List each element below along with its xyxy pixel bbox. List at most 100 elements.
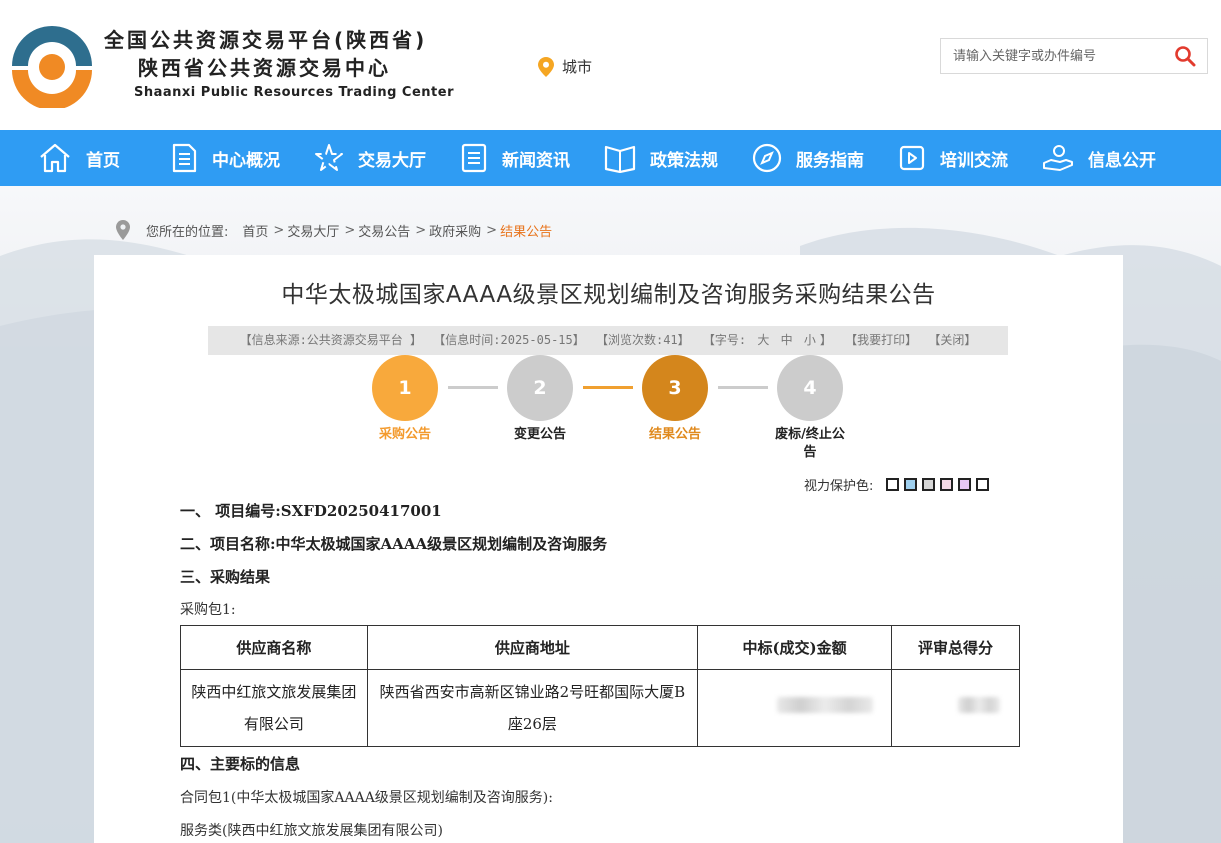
site-title-line1: 全国公共资源交易平台(陕西省): [104, 28, 428, 52]
font-size-suffix: 】: [819, 333, 832, 347]
site-header: 全国公共资源交易平台(陕西省) 陕西省公共资源交易中心 Shaanxi Publ…: [0, 0, 1221, 130]
search-input[interactable]: [941, 39, 1163, 73]
step-number: 1: [372, 355, 438, 421]
video-icon: [899, 145, 925, 171]
font-size-control: 【字号: 大 中 小】: [701, 333, 834, 347]
info-source: 【信息来源:公共资源交易平台 】: [239, 333, 423, 347]
nav-item-home[interactable]: 首页: [38, 130, 120, 186]
breadcrumb: 您所在的位置: 首页 > 交易大厅 > 交易公告 > 政府采购 > 结果公告: [116, 220, 552, 240]
nav-item-training[interactable]: 培训交流: [898, 130, 1008, 186]
redacted-amount: [776, 697, 873, 713]
step-termination-notice[interactable]: 4 废标/终止公告: [760, 355, 860, 462]
info-bar: 【信息来源:公共资源交易平台 】 【信息时间:2025-05-15】 【浏览次数…: [208, 326, 1008, 355]
result-table: 供应商名称 供应商地址 中标(成交)金额 评审总得分 陕西中红旅文旅发展集团有限…: [180, 625, 1020, 747]
eye-protection-colors: 视力保护色:: [804, 475, 990, 494]
city-label: 城市: [562, 58, 593, 76]
nav-label: 服务指南: [796, 150, 864, 171]
step-result-notice[interactable]: 3 结果公告: [625, 355, 725, 444]
redacted-score: [957, 697, 1000, 713]
breadcrumb-prefix: 您所在的位置:: [146, 224, 229, 240]
close-button[interactable]: 【关闭】: [928, 333, 976, 347]
news-icon: [461, 143, 487, 173]
section-project-number: 一、 项目编号:SXFD20250417001: [180, 502, 442, 520]
breadcrumb-item-announcements[interactable]: 交易公告: [358, 221, 410, 240]
breadcrumb-separator: >: [344, 222, 356, 238]
star-icon: [315, 144, 343, 171]
font-size-prefix: 【字号:: [702, 333, 747, 347]
font-size-small[interactable]: 小: [804, 333, 816, 347]
hand-icon: [1043, 145, 1073, 171]
step-label: 采购公告: [378, 427, 431, 442]
notice-card: 中华太极城国家AAAA级景区规划编制及咨询服务采购结果公告 【信息来源:公共资源…: [94, 255, 1123, 843]
nav-item-policy[interactable]: 政策法规: [604, 130, 718, 186]
step-procurement-notice[interactable]: 1 采购公告: [355, 355, 455, 444]
nav-label: 交易大厅: [358, 150, 426, 171]
package-label: 采购包1:: [180, 602, 236, 618]
search-button[interactable]: [1163, 39, 1207, 73]
section-project-name: 二、项目名称:中华太极城国家AAAA级景区规划编制及咨询服务: [180, 535, 608, 553]
contract-package-label: 合同包1(中华太极城国家AAAA级景区规划编制及咨询服务):: [180, 790, 553, 806]
nav-label: 培训交流: [940, 150, 1008, 171]
table-header-row: 供应商名称 供应商地址 中标(成交)金额 评审总得分: [180, 625, 1020, 670]
cell-supplier-name: 陕西中红旅文旅发展集团有限公司: [180, 669, 368, 747]
step-label: 废标/终止公告: [775, 427, 845, 460]
home-icon: [40, 143, 70, 173]
column-header-score: 评审总得分: [891, 625, 1020, 670]
info-views: 【浏览次数:41】: [595, 333, 690, 347]
nav-label: 新闻资讯: [502, 150, 570, 171]
search-icon: [1175, 46, 1196, 67]
color-swatch-pink[interactable]: [940, 478, 954, 491]
cell-bid-amount: [697, 669, 893, 747]
service-type-label: 服务类(陕西中红旅文旅发展集团有限公司): [180, 823, 443, 839]
table-row: 陕西中红旅文旅发展集团有限公司 陕西省西安市高新区锦业路2号旺都国际大厦B座26…: [180, 669, 1020, 747]
print-button[interactable]: 【我要打印】: [845, 333, 917, 347]
step-number: 2: [507, 355, 573, 421]
nav-label: 信息公开: [1088, 150, 1156, 171]
color-swatch-white-2[interactable]: [976, 478, 990, 491]
site-title-en: Shaanxi Public Resources Trading Center: [134, 85, 454, 100]
location-pin-icon: [538, 56, 554, 77]
breadcrumb-item-current[interactable]: 结果公告: [500, 221, 552, 240]
color-swatch-purple[interactable]: [958, 478, 972, 491]
nav-label: 中心概况: [212, 150, 280, 171]
section-main-target: 四、主要标的信息: [180, 755, 301, 773]
page-title: 中华太极城国家AAAA级景区规划编制及咨询服务采购结果公告: [281, 282, 936, 308]
step-change-notice[interactable]: 2 变更公告: [490, 355, 590, 444]
step-number: 3: [642, 355, 708, 421]
breadcrumb-item-gov-procurement[interactable]: 政府采购: [429, 221, 481, 240]
section-procurement-result: 三、采购结果: [180, 568, 271, 586]
site-logo[interactable]: [6, 20, 98, 108]
breadcrumb-separator: >: [415, 222, 427, 238]
info-time: 【信息时间:2025-05-15】: [433, 333, 585, 347]
step-number: 4: [777, 355, 843, 421]
color-swatch-blue[interactable]: [904, 478, 918, 491]
step-label: 结果公告: [648, 427, 701, 442]
breadcrumb-item-home[interactable]: 首页: [242, 221, 268, 240]
breadcrumb-separator: >: [486, 222, 498, 238]
site-title-line2: 陕西省公共资源交易中心: [138, 56, 391, 80]
step-label: 变更公告: [513, 427, 566, 442]
cell-supplier-address: 陕西省西安市高新区锦业路2号旺都国际大厦B座26层: [366, 669, 699, 747]
breadcrumb-item-trading-hall[interactable]: 交易大厅: [287, 221, 339, 240]
column-header-bid-amount: 中标(成交)金额: [697, 625, 893, 670]
column-header-supplier-address: 供应商地址: [366, 625, 699, 670]
color-swatch-white[interactable]: [886, 478, 900, 491]
eye-protection-label: 视力保护色:: [804, 479, 874, 494]
main-nav: 首页 中心概况 交易大厅 新闻资讯 政策法规 服务指南 培训交流 信息公开: [0, 130, 1221, 186]
nav-item-disclosure[interactable]: 信息公开: [1042, 130, 1156, 186]
location-pin-icon: [116, 220, 130, 240]
nav-item-overview[interactable]: 中心概况: [170, 130, 280, 186]
font-size-large[interactable]: 大: [757, 333, 769, 347]
cell-score: [891, 669, 1020, 747]
nav-item-news[interactable]: 新闻资讯: [460, 130, 570, 186]
nav-item-service-guide[interactable]: 服务指南: [752, 130, 864, 186]
city-selector[interactable]: 城市: [538, 56, 592, 77]
nav-item-trading-hall[interactable]: 交易大厅: [314, 130, 426, 186]
breadcrumb-separator: >: [273, 222, 285, 238]
nav-label: 首页: [86, 150, 120, 171]
nav-label: 政策法规: [650, 150, 718, 171]
font-size-medium[interactable]: 中: [781, 333, 793, 347]
document-icon: [172, 143, 197, 173]
column-header-supplier-name: 供应商名称: [180, 625, 368, 670]
color-swatch-gray[interactable]: [922, 478, 936, 491]
